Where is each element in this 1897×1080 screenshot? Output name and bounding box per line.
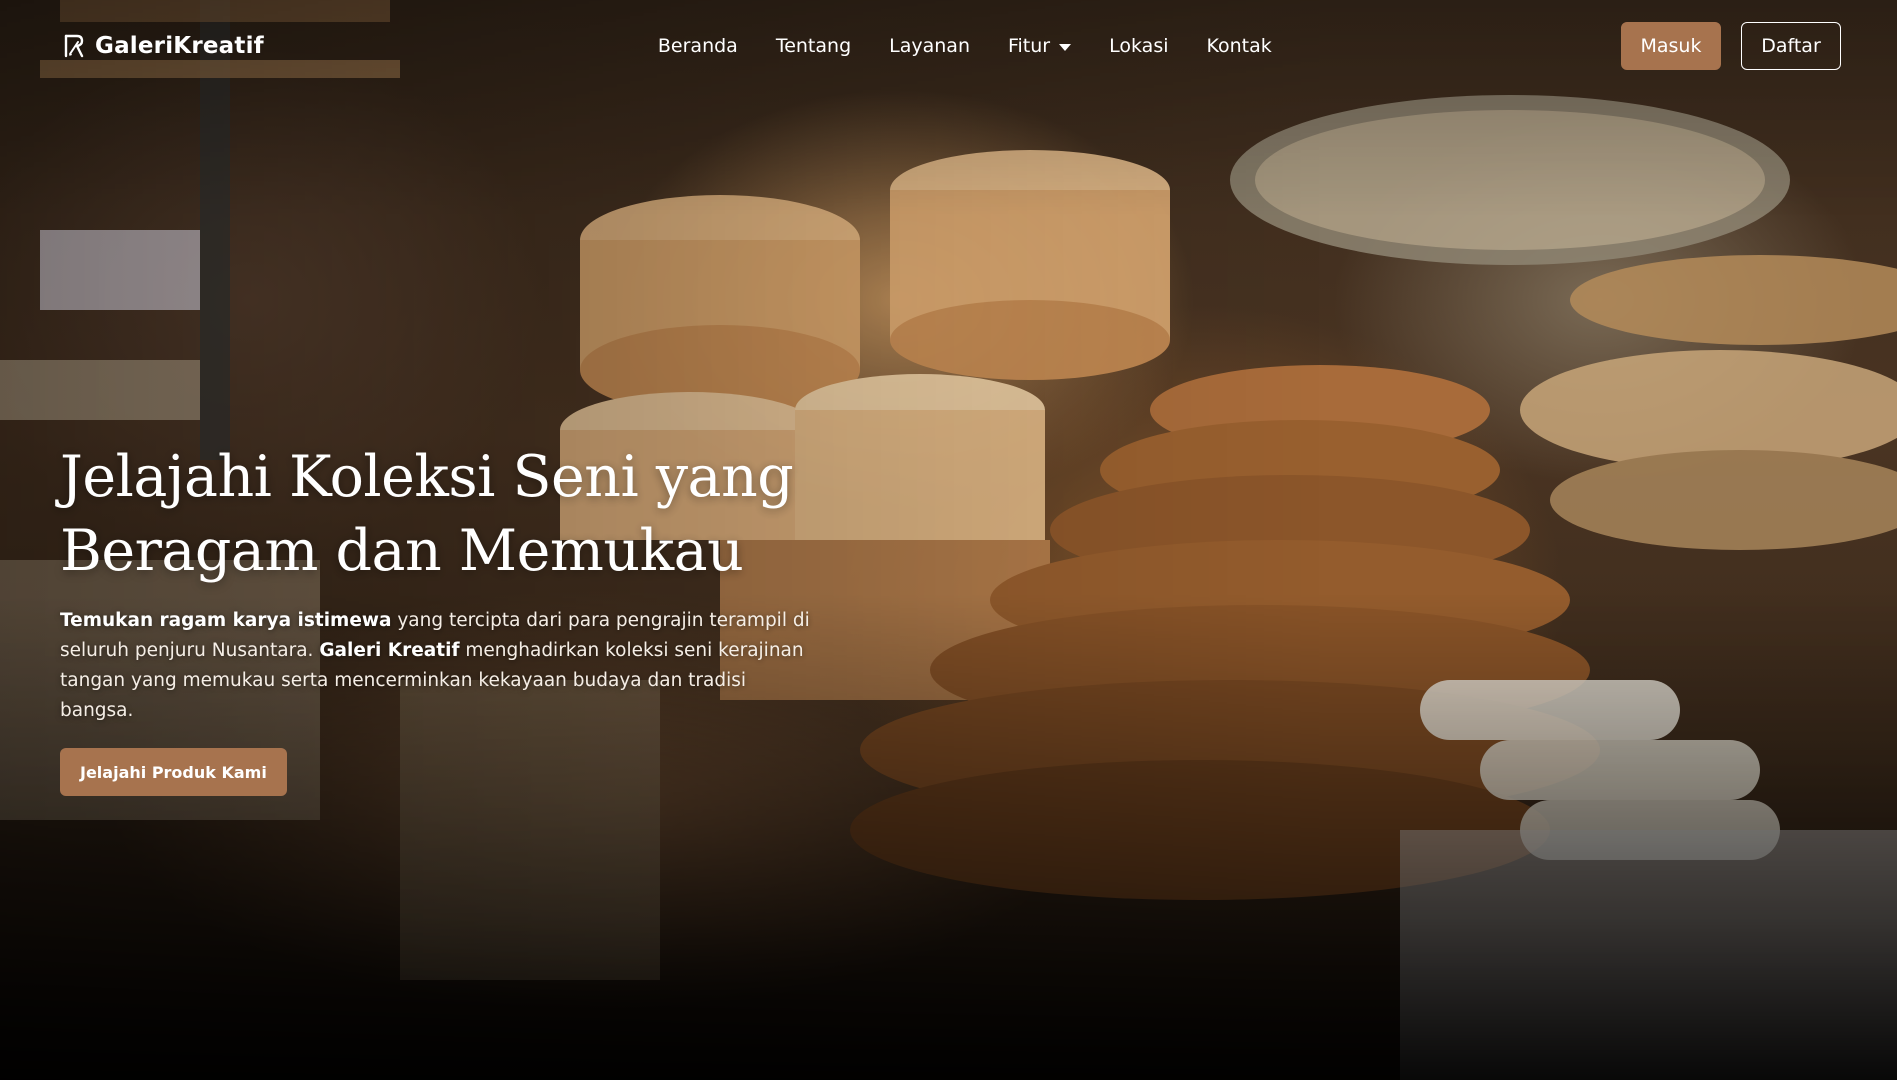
- brand-link[interactable]: GaleriKreatif: [62, 33, 264, 59]
- hero-section: Jelajahi Koleksi Seni yang Beragam dan M…: [60, 440, 840, 796]
- hero-title-line-1: Jelajahi Koleksi Seni yang: [60, 444, 794, 510]
- nav-dropdown-fitur-label: Fitur: [1007, 35, 1051, 57]
- caret-down-icon: [1059, 43, 1072, 51]
- auth-actions: Masuk Daftar: [1621, 22, 1841, 70]
- nav-dropdown-fitur[interactable]: Fitur: [989, 35, 1090, 57]
- hero-description: Temukan ragam karya istimewa yang tercip…: [60, 606, 820, 726]
- nav-link-kontak[interactable]: Kontak: [1188, 35, 1291, 57]
- brush-logo-icon: [62, 33, 86, 59]
- hero-title-line-2: Beragam dan Memukau: [60, 518, 744, 584]
- register-button[interactable]: Daftar: [1741, 22, 1841, 70]
- nav-link-lokasi[interactable]: Lokasi: [1090, 35, 1187, 57]
- top-navbar: GaleriKreatif Beranda Tentang Layanan Fi…: [0, 0, 1897, 92]
- hero-desc-highlight-2: Galeri Kreatif: [319, 640, 460, 661]
- nav-link-beranda[interactable]: Beranda: [639, 35, 757, 57]
- login-button[interactable]: Masuk: [1621, 22, 1721, 70]
- nav-menu: Beranda Tentang Layanan Fitur Lokasi Kon…: [639, 35, 1291, 57]
- hero-title: Jelajahi Koleksi Seni yang Beragam dan M…: [60, 440, 840, 588]
- explore-products-button[interactable]: Jelajahi Produk Kami: [60, 748, 287, 796]
- brand-name: GaleriKreatif: [95, 33, 264, 59]
- nav-link-layanan[interactable]: Layanan: [870, 35, 989, 57]
- hero-desc-highlight-1: Temukan ragam karya istimewa: [60, 610, 392, 631]
- nav-link-tentang[interactable]: Tentang: [757, 35, 870, 57]
